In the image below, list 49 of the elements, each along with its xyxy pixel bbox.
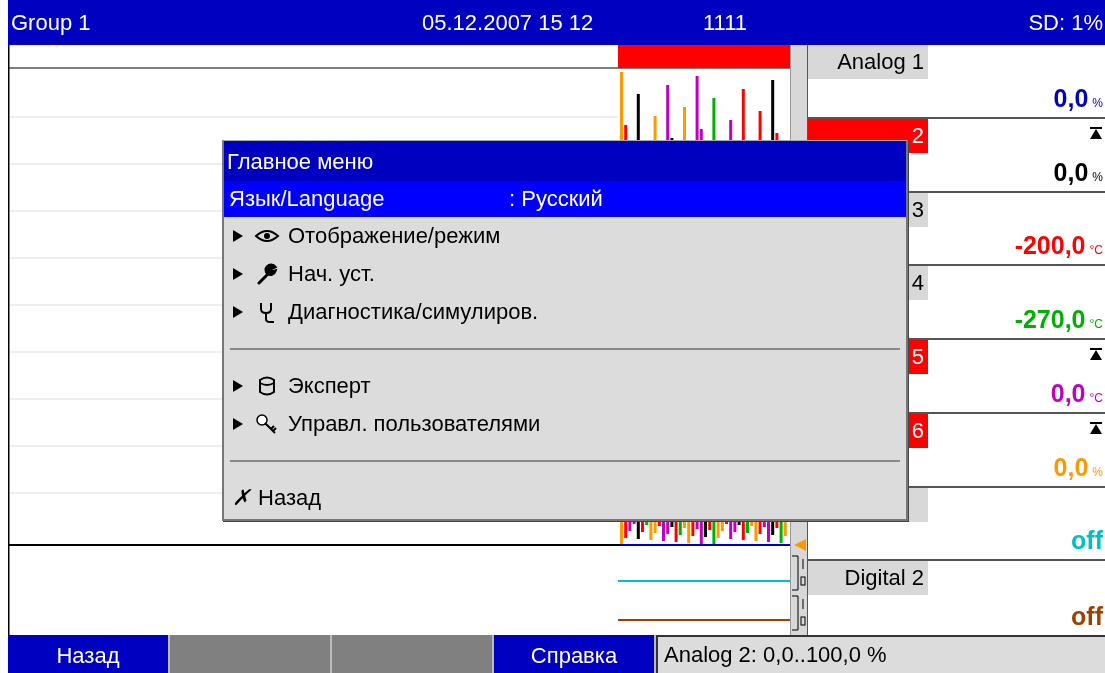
softkey-button[interactable]: Справка <box>494 635 654 673</box>
submenu-arrow-icon <box>232 417 244 431</box>
channel-label: Digital 2 <box>808 561 928 596</box>
group-title: Group 1 <box>11 9 91 36</box>
softkey-button[interactable]: Назад <box>8 635 168 673</box>
blank-softkey[interactable] <box>170 635 330 673</box>
channel-value: -200,0 <box>1014 231 1086 261</box>
menu-item-label: Эксперт <box>288 373 371 399</box>
date-time: 05.12.2007 15 12 <box>422 9 594 36</box>
submenu-arrow-icon <box>232 229 244 243</box>
menu-item[interactable]: Язык/Language : Русский <box>224 181 906 217</box>
limit-icon <box>1089 126 1103 141</box>
menu-item-label: Диагностика/симулиров. <box>288 299 539 325</box>
channel-unit: °C <box>1089 243 1103 258</box>
channel-unit: % <box>1092 169 1103 184</box>
digital-state-icon <box>791 555 807 591</box>
limit-icon <box>1089 348 1103 362</box>
menu-item-label: Управл. пользователями <box>288 411 541 437</box>
menu-item[interactable]: ✗ Назад <box>224 479 906 517</box>
channel-unit: °C <box>1089 317 1103 331</box>
channel-value: 0,0 <box>1053 452 1089 482</box>
storage-status: SD: 1% <box>1028 9 1103 36</box>
channel-value: 0,0 <box>1050 378 1086 408</box>
channel-value: 0,0 <box>1053 157 1089 187</box>
channel-value: off <box>1071 602 1103 631</box>
keys-icon <box>254 413 280 435</box>
menu-item-label: Нач. уст. <box>288 261 375 287</box>
submenu-arrow-icon <box>232 305 244 319</box>
menu-title: Главное меню <box>224 141 906 181</box>
setting-value: : Русский <box>509 186 603 212</box>
back-mark: ✗ <box>232 485 250 511</box>
menu-item-label: Отображение/режим <box>288 223 501 249</box>
marker-arrow-icon <box>793 538 807 552</box>
channel-value: -270,0 <box>1014 305 1086 334</box>
channel-value: off <box>1071 526 1103 556</box>
limit-icon <box>1089 421 1103 436</box>
menu-item-label: Назад <box>258 485 322 511</box>
submenu-arrow-icon <box>232 267 244 281</box>
submenu-arrow-icon <box>232 379 244 393</box>
eye-icon <box>254 228 280 244</box>
channel-label: Analog 1 <box>808 45 928 79</box>
channel-unit: % <box>1092 95 1103 110</box>
setting-label: Язык/Language <box>229 186 386 212</box>
channel-unit: °C <box>1089 390 1103 405</box>
blank-softkey[interactable] <box>332 635 492 673</box>
channel-unit: % <box>1092 464 1103 479</box>
channel-value: 0,0 <box>1053 83 1089 113</box>
digital-state-icon <box>791 595 807 631</box>
counter: 1111 <box>703 9 748 36</box>
